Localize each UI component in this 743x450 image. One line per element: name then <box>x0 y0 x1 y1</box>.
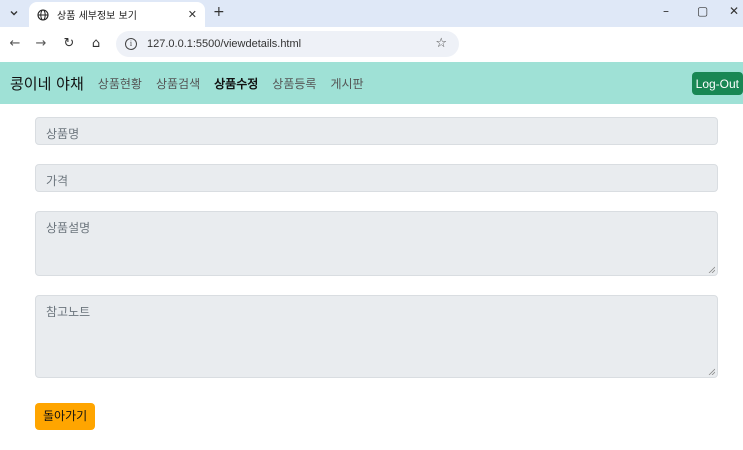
url-text: 127.0.0.1:5500/viewdetails.html <box>147 38 302 50</box>
logout-button[interactable]: Log-Out <box>691 72 743 95</box>
price-placeholder: 가격 <box>46 174 69 188</box>
maximize-icon[interactable]: ▢ <box>697 4 708 18</box>
window-close-icon[interactable]: ✕ <box>729 4 739 18</box>
browser-tab[interactable]: 상품 세부정보 보기 ✕ <box>29 2 205 27</box>
description-placeholder: 상품설명 <box>46 221 91 235</box>
note-placeholder: 참고노트 <box>46 305 91 319</box>
new-tab-icon[interactable]: + <box>213 4 225 20</box>
home-icon[interactable]: ⌂ <box>88 36 104 51</box>
reload-icon[interactable]: ↻ <box>61 36 77 51</box>
back-arrow-icon[interactable]: ← <box>7 36 23 51</box>
bookmark-star-icon[interactable]: ☆ <box>435 36 447 51</box>
product-detail-form: 상품명 가격 상품설명 참고노트 돌아가기 <box>35 117 718 430</box>
nav-link-register[interactable]: 상품등록 <box>272 75 316 92</box>
site-info-icon[interactable]: i <box>125 38 137 50</box>
tab-title: 상품 세부정보 보기 <box>57 11 137 22</box>
nav-link-edit[interactable]: 상품수정 <box>214 75 258 92</box>
globe-icon <box>37 8 49 21</box>
browser-toolbar: ← → ↻ ⌂ i 127.0.0.1:5500/viewdetails.htm… <box>0 27 743 62</box>
app-navbar: 콩이네 야채 상품현황 상품검색 상품수정 상품등록 게시판 Log-Out <box>0 62 743 104</box>
description-textarea[interactable]: 상품설명 <box>35 211 718 276</box>
product-name-placeholder: 상품명 <box>46 127 80 141</box>
nav-link-status[interactable]: 상품현황 <box>98 75 142 92</box>
tab-strip: 상품 세부정보 보기 ✕ + – ▢ ✕ <box>0 0 743 27</box>
nav-link-board[interactable]: 게시판 <box>330 75 363 92</box>
back-button[interactable]: 돌아가기 <box>35 403 96 430</box>
nav-link-search[interactable]: 상품검색 <box>156 75 200 92</box>
tab-search-chevron-icon[interactable] <box>6 5 22 21</box>
minimize-icon[interactable]: – <box>663 4 669 18</box>
product-name-field[interactable]: 상품명 <box>35 117 718 145</box>
address-bar[interactable]: i 127.0.0.1:5500/viewdetails.html ☆ <box>116 31 459 57</box>
browser-chrome: 상품 세부정보 보기 ✕ + – ▢ ✕ ← → ↻ ⌂ i 127.0.0.1… <box>0 0 743 62</box>
resize-handle-icon[interactable] <box>708 368 715 375</box>
price-field[interactable]: 가격 <box>35 164 718 192</box>
forward-arrow-icon[interactable]: → <box>33 36 49 51</box>
brand-logo[interactable]: 콩이네 야채 <box>10 73 84 94</box>
resize-handle-icon[interactable] <box>708 266 715 273</box>
tab-close-icon[interactable]: ✕ <box>188 8 197 21</box>
note-textarea[interactable]: 참고노트 <box>35 295 718 378</box>
